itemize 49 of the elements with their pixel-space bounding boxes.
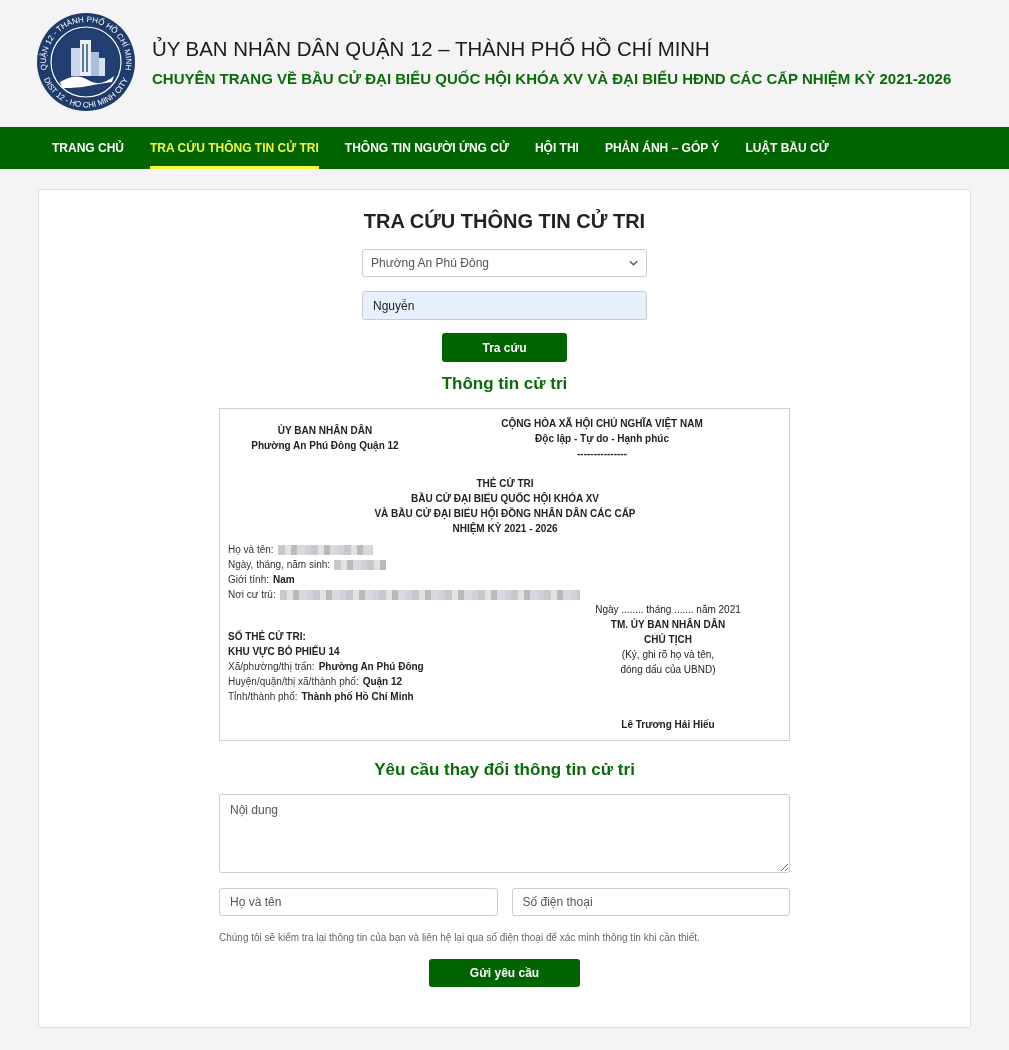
- card-number-label: SỐ THẺ CỬ TRI:: [228, 629, 307, 644]
- national-heading-text: Độc lập - Tự do - Hạnh phúc: [534, 432, 670, 446]
- field-label: Xã/phường/thị trấn:: [228, 660, 315, 674]
- field-label: Ngày, tháng, năm sinh:: [228, 558, 331, 572]
- field-value: Phường An Phú Đông: [318, 660, 424, 674]
- blurred-text-block: [334, 559, 387, 570]
- nav-link[interactable]: TRA CỨU THÔNG TIN CỬ TRI: [150, 127, 319, 169]
- nav-link[interactable]: THÔNG TIN NGƯỜI ỨNG CỬ: [344, 127, 509, 169]
- signer-name: Lê Trương Hải Hiếu: [620, 718, 716, 732]
- chevron-down-icon: [629, 260, 638, 266]
- site-title: ỦY BAN NHÂN DÂN QUẬN 12 – THÀNH PHỐ HỒ CHÍ MINH: [152, 36, 711, 62]
- field-label: Giới tính:: [228, 573, 269, 587]
- national-heading-text: CỘNG HÒA XÃ HỘI CHỦ NGHĨA VIỆT NAM: [500, 416, 704, 431]
- card-title-text: NHIỆM KỲ 2021 - 2026: [451, 521, 559, 536]
- date-line-text: Ngày ........ tháng ....... năm 2021: [594, 603, 742, 617]
- section-title: Yêu cầu thay đổi thông tin cử tri: [374, 760, 635, 780]
- site-subtitle: CHUYÊN TRANG VỀ BẦU CỬ ĐẠI BIỂU QUỐC HỘI KHÓA XV VÀ ĐẠI BIỂU HĐND CÁC CẤP NHIỆM KỲ 2021-2026: [152, 68, 952, 89]
- issuer-text: ỦY BAN NHÂN DÂN: [276, 423, 374, 438]
- national-heading-text: ---------------: [576, 447, 628, 461]
- nav-link[interactable]: PHẢN ÁNH – GÓP Ý: [604, 127, 720, 169]
- signature-instruction-text: (Ký, ghi rõ họ và tên,: [620, 648, 716, 662]
- field-label: Huyện/quận/thị xã/thành phố:: [228, 675, 359, 689]
- field-value: Nam: [273, 573, 295, 587]
- signatory-title-text: CHỦ TỊCH: [643, 632, 693, 647]
- signatory-title-text: TM. ỦY BAN NHÂN DÂN: [609, 617, 727, 632]
- page-title: TRA CỨU THÔNG TIN CỬ TRI: [363, 209, 646, 233]
- field-label: Nơi cư trú:: [228, 588, 276, 602]
- issuer-text: Phường An Phú Đông Quận 12: [250, 439, 400, 453]
- send-request-button[interactable]: Gửi yêu cầu: [429, 959, 580, 987]
- signature-instruction-text: đóng dấu của UBND): [619, 663, 717, 677]
- search-button[interactable]: Tra cứu: [442, 333, 567, 362]
- verification-note: Chúng tôi sẽ kiểm tra lại thông tin của bạn và liên hệ lại qua số điện thoại để xác minh thông tin khi cần thiết.: [219, 931, 701, 945]
- card-title-text: VÀ BẦU CỬ ĐẠI BIỂU HỘI ĐỒNG NHÂN DÂN CÁC CẤP: [373, 506, 637, 521]
- nav-link[interactable]: TRANG CHỦ: [52, 127, 124, 169]
- field-label: Tỉnh/thành phố:: [228, 690, 298, 704]
- card-title-text: THẺ CỬ TRI: [475, 476, 535, 491]
- nav-link[interactable]: LUẬT BẦU CỬ: [745, 127, 829, 169]
- content-textarea[interactable]: Nội dung: [219, 794, 790, 873]
- full-name-input-field[interactable]: Họ và tên: [219, 888, 498, 916]
- field-value: Thành phố Hồ Chí Minh: [301, 690, 414, 704]
- field-label: Họ và tên:: [228, 543, 274, 557]
- polling-area-text: KHU VỰC BỎ PHIẾU 14: [228, 644, 341, 659]
- card-title-text: BẦU CỬ ĐẠI BIỂU QUỐC HỘI KHÓA XV: [410, 491, 600, 506]
- section-title: Thông tin cử tri: [441, 374, 568, 394]
- phone-input-field[interactable]: Số điện thoại: [511, 888, 790, 916]
- ward-select[interactable]: Phường An Phú Đông: [362, 249, 647, 277]
- field-value: Quận 12: [362, 675, 403, 689]
- nav-link[interactable]: HỘI THI: [534, 127, 579, 169]
- name-input-field[interactable]: Nguyễn: [362, 291, 647, 320]
